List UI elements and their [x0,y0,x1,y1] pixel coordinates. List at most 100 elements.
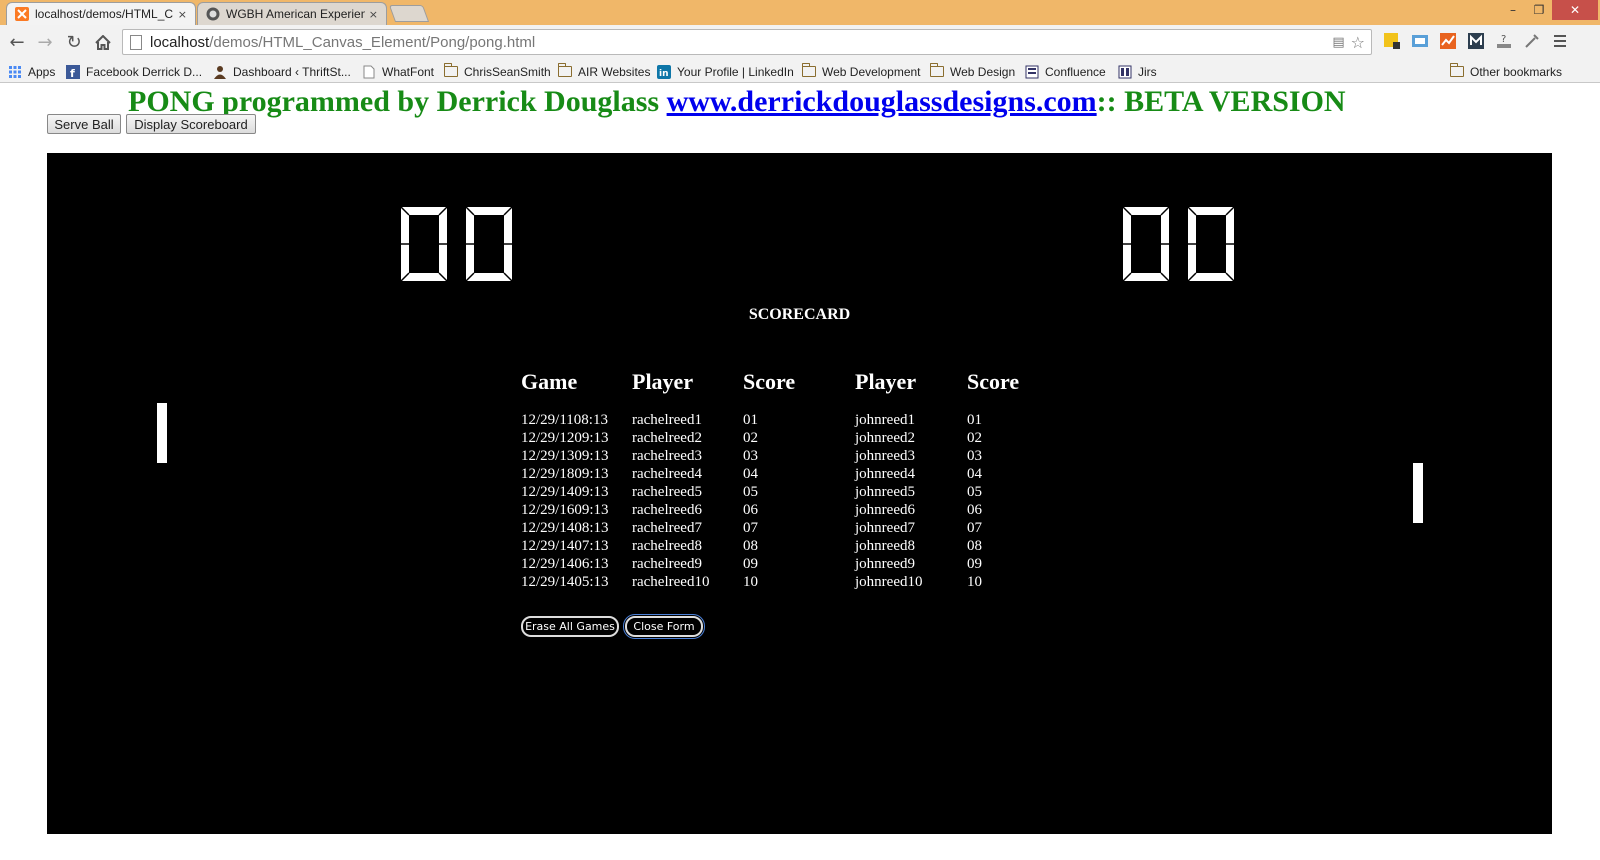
menu-icon[interactable] [1550,31,1570,51]
player-one-cell: rachelreed2 [632,430,702,446]
bookmarks-bar: Apps f Facebook Derrick D... Dashboard ‹… [0,60,1600,83]
player-two-cell: johnreed9 [855,556,915,572]
close-tab-icon[interactable]: × [178,8,187,21]
reader-icon[interactable]: ▤ [1332,35,1344,50]
game-date-cell: 12/29/1409:13 [521,484,609,500]
bookmark-web-design[interactable]: Web Design [929,63,1016,80]
player-two-score-cell: 07 [967,520,982,536]
bookmark-dashboard[interactable]: Dashboard ‹ ThriftSt... [213,63,351,80]
bookmark-chrisseansmith[interactable]: ChrisSeanSmith [443,63,551,80]
player-two-score-cell: 06 [967,502,982,518]
folder-icon [443,63,458,79]
column-header-score: Score [967,369,1020,394]
bookmark-label: Dashboard ‹ ThriftSt... [233,64,351,79]
bookmark-label: Facebook Derrick D... [86,64,203,79]
home-icon[interactable] [91,31,115,53]
table-row: 12/29/1406:13 rachelreed9 09 johnreed9 09 [47,555,1552,573]
player-one-score-cell: 09 [743,556,758,572]
tab-title: localhost/demos/HTML_C [35,7,174,21]
pong-canvas[interactable]: SCORECARD Game Player Score Player Score… [47,153,1552,834]
right-score-digit [1186,205,1236,283]
help-extension-icon[interactable]: ? [1494,31,1514,51]
column-header-player: Player [632,369,694,394]
player-two-cell: johnreed10 [855,574,923,590]
player-one-score-cell: 04 [743,466,758,482]
folder-icon [1449,63,1464,79]
column-header-player: Player [855,369,917,394]
player-one-cell: rachelreed8 [632,538,702,554]
table-row: 12/29/1309:13 rachelreed3 03 johnreed3 03 [47,447,1552,465]
eyedropper-icon[interactable] [1522,31,1542,51]
scorecard-title: SCORECARD [748,306,851,323]
m-extension-icon[interactable] [1466,31,1486,51]
wgbh-icon [206,7,220,21]
player-one-score-cell: 07 [743,520,758,536]
table-row: 12/29/1408:13 rachelreed7 07 johnreed7 07 [47,519,1552,537]
player-one-cell: rachelreed4 [632,466,702,482]
bookmark-confluence[interactable]: Confluence [1025,63,1106,80]
player-one-cell: rachelreed3 [632,448,702,464]
player-two-score-cell: 04 [967,466,982,482]
apps-grid-icon [8,65,22,79]
bookmark-whatfont[interactable]: WhatFont [362,63,434,80]
player-two-score-cell: 09 [967,556,982,572]
player-one-cell: rachelreed7 [632,520,702,536]
jira-icon [1118,65,1132,79]
left-score-digit [464,205,514,283]
player-one-cell: rachelreed1 [632,412,702,428]
restore-icon[interactable]: ❐ [1526,0,1552,20]
website-link[interactable]: www.derrickdouglassdesigns.com [667,85,1097,118]
bookmark-jirs[interactable]: Jirs [1118,63,1157,80]
bookmark-label: Confluence [1045,64,1106,79]
extension-icon[interactable] [1382,31,1402,51]
bookmark-other-bookmarks[interactable]: Other bookmarks [1449,63,1563,80]
bookmark-label: AIR Websites [578,64,651,79]
game-date-cell: 12/29/1408:13 [521,520,609,536]
right-score-digit [1121,205,1171,283]
table-row: 12/29/1409:13 rachelreed5 05 johnreed5 05 [47,483,1552,501]
back-arrow-icon[interactable]: ← [5,31,29,53]
address-bar[interactable]: localhost/demos/HTML_Canvas_Element/Pong… [122,29,1372,55]
tab-wgbh[interactable]: WGBH American Experien × [197,2,387,25]
bookmark-label: Web Design [950,64,1016,79]
reload-icon[interactable]: ↻ [62,31,86,53]
game-date-cell: 12/29/1809:13 [521,466,609,482]
display-scoreboard-button[interactable]: Display Scoreboard [126,114,256,134]
bookmark-web-development[interactable]: Web Development [801,63,921,80]
person-icon [213,65,227,79]
player-two-score-cell: 08 [967,538,982,554]
bookmark-linkedin[interactable]: in Your Profile | LinkedIn [657,63,794,80]
player-two-score-cell: 03 [967,448,982,464]
svg-text:in: in [659,69,669,79]
page-icon [362,65,376,79]
close-tab-icon[interactable]: × [369,8,378,21]
erase-all-games-button[interactable]: Erase All Games [521,616,619,637]
tab-pong[interactable]: localhost/demos/HTML_C × [6,2,196,25]
bookmark-label: ChrisSeanSmith [464,64,551,79]
table-row: 12/29/1407:13 rachelreed8 08 johnreed8 08 [47,537,1552,555]
bookmark-label: Other bookmarks [1470,64,1563,79]
bookmark-apps[interactable]: Apps [8,63,55,80]
xampp-icon [15,7,29,21]
serve-ball-button[interactable]: Serve Ball [47,114,121,134]
tab-strip: localhost/demos/HTML_C × WGBH American E… [0,0,1600,25]
minimize-icon[interactable]: – [1500,0,1526,20]
player-two-score-cell: 01 [967,412,982,428]
close-window-icon[interactable]: ✕ [1552,0,1598,20]
forward-arrow-icon[interactable]: → [33,31,57,53]
game-date-cell: 12/29/1209:13 [521,430,609,446]
bookmark-star-icon[interactable]: ☆ [1351,33,1365,52]
chart-extension-icon[interactable] [1438,31,1458,51]
new-tab-button[interactable] [388,5,430,22]
bookmark-air-websites[interactable]: AIR Websites [557,63,651,80]
column-header-score: Score [743,369,796,394]
player-two-cell: johnreed3 [855,448,915,464]
linkedin-icon: in [657,64,671,79]
extension-icon[interactable] [1410,31,1430,51]
player-one-cell: rachelreed5 [632,484,702,500]
bookmark-facebook[interactable]: f Facebook Derrick D... [66,63,202,80]
folder-icon [929,63,944,79]
player-one-score-cell: 10 [743,574,758,590]
close-form-button[interactable]: Close Form [623,614,705,639]
player-one-score-cell: 01 [743,412,758,428]
